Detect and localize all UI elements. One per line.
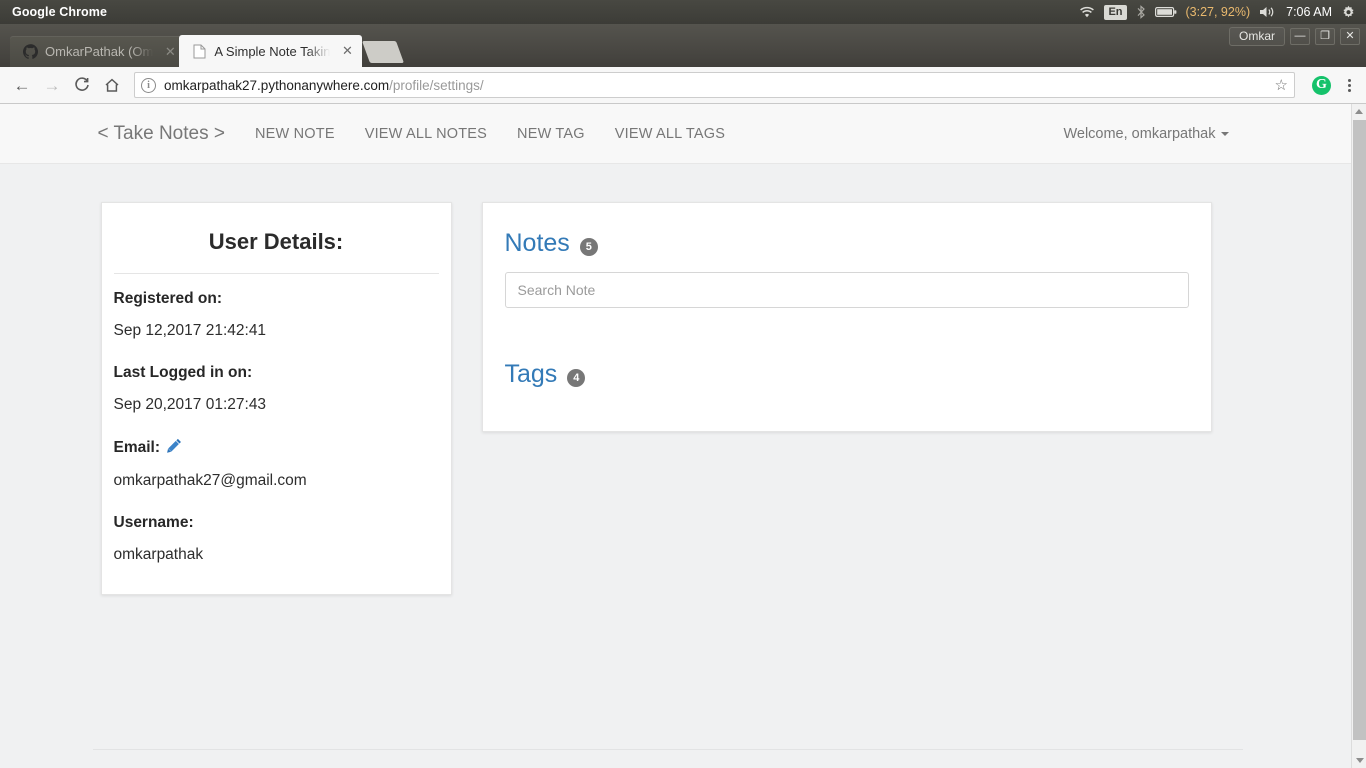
user-details-title: User Details: <box>208 229 344 254</box>
field-label-text: Registered on: <box>113 290 223 307</box>
url-path: /profile/settings/ <box>389 77 484 93</box>
field-last-logged-in: Last Logged in on: Sep 20,2017 01:27:43 <box>114 364 439 414</box>
tab-title: OmkarPathak (Om <box>45 44 154 59</box>
field-label: Last Logged in on: <box>114 364 439 382</box>
chevron-down-icon <box>1220 131 1229 136</box>
wifi-icon[interactable] <box>1079 6 1095 19</box>
site-info-icon[interactable]: i <box>141 77 156 93</box>
browser-tabstrip: Omkar — ❐ ✕ OmkarPathak (Om ✕ A Simple N… <box>0 24 1366 67</box>
browser-toolbar: ← → i omkarpathak27.pythonanywhere.com/p… <box>0 67 1366 104</box>
edit-pencil-icon[interactable] <box>167 438 182 458</box>
page-viewport: < Take Notes > NEW NOTE VIEW ALL NOTES N… <box>0 104 1366 768</box>
window-maximize-button[interactable]: ❐ <box>1315 28 1335 45</box>
field-label-text: Last Logged in on: <box>113 364 253 381</box>
back-button[interactable]: ← <box>8 71 36 99</box>
tab-title: A Simple Note Takin <box>214 43 331 59</box>
field-value: Sep 12,2017 21:42:41 <box>113 322 267 339</box>
field-label: Email: <box>114 438 439 458</box>
page-content: User Details: Registered on: Sep 12,2017… <box>100 164 1251 595</box>
tab-list: OmkarPathak (Om ✕ A Simple Note Takin ✕ <box>10 35 405 67</box>
nav-link-view-all-notes[interactable]: VIEW ALL NOTES <box>350 126 502 142</box>
tags-count-badge: 4 <box>567 368 586 387</box>
system-tray: En (3:27, 92%) 7:06 AM <box>1079 4 1360 20</box>
chrome-profile-button[interactable]: Omkar <box>1229 27 1285 46</box>
grammarly-extension-icon[interactable]: G <box>1312 75 1331 95</box>
page-icon <box>191 43 207 59</box>
nav-link-view-all-tags[interactable]: VIEW ALL TAGS <box>600 126 740 142</box>
new-tab-button[interactable] <box>362 41 405 63</box>
nav-link-new-tag[interactable]: NEW TAG <box>502 126 600 142</box>
tags-section-header: Tags 4 <box>505 360 1189 389</box>
address-bar[interactable]: i omkarpathak27.pythonanywhere.com/profi… <box>134 72 1295 98</box>
window-minimize-button[interactable]: — <box>1290 28 1310 45</box>
user-menu-label: Welcome, omkarpathak <box>1063 125 1216 142</box>
browser-tab-github[interactable]: OmkarPathak (Om ✕ <box>10 36 186 67</box>
field-email: Email: omkarpathak27@gmail.com <box>114 438 439 490</box>
tags-title-link[interactable]: Tags <box>505 360 558 389</box>
tab-close-icon[interactable]: ✕ <box>340 43 354 59</box>
battery-icon[interactable] <box>1154 6 1177 18</box>
system-clock[interactable]: 7:06 AM <box>1286 5 1332 19</box>
scrollbar-thumb[interactable] <box>1353 120 1366 740</box>
notes-tags-card: Notes 5 Tags 4 <box>481 202 1212 432</box>
window-controls: Omkar — ❐ ✕ <box>1229 27 1360 46</box>
field-label: Registered on: <box>114 290 439 308</box>
notes-section-header: Notes 5 <box>505 229 1189 258</box>
scroll-down-arrow-icon[interactable] <box>1352 753 1366 768</box>
card-divider <box>113 273 439 274</box>
site-brand[interactable]: < Take Notes > <box>83 123 240 145</box>
gear-icon[interactable] <box>1341 5 1356 20</box>
search-note-input[interactable] <box>504 272 1189 308</box>
window-close-button[interactable]: ✕ <box>1340 28 1360 45</box>
field-label: Username: <box>114 514 439 532</box>
field-registered-on: Registered on: Sep 12,2017 21:42:41 <box>114 290 439 340</box>
bookmark-star-icon[interactable]: ☆ <box>1275 76 1288 94</box>
field-label-text: Email: <box>113 439 161 456</box>
page-scrollbar[interactable] <box>1351 104 1366 768</box>
desktop-top-panel: Google Chrome En (3:27, 92%) 7:06 AM <box>0 0 1366 24</box>
field-username: Username: omkarpathak <box>114 514 439 564</box>
nav-link-new-note[interactable]: NEW NOTE <box>240 126 350 142</box>
forward-button[interactable]: → <box>38 71 66 99</box>
field-label-text: Username: <box>113 514 194 531</box>
volume-icon[interactable] <box>1259 5 1277 19</box>
web-page: < Take Notes > NEW NOTE VIEW ALL NOTES N… <box>0 104 1351 768</box>
url-host: omkarpathak27.pythonanywhere.com <box>164 77 390 93</box>
keyboard-layout-indicator[interactable]: En <box>1104 4 1127 20</box>
user-details-card: User Details: Registered on: Sep 12,2017… <box>100 202 452 595</box>
field-value: omkarpathak <box>113 546 204 563</box>
field-value: Sep 20,2017 01:27:43 <box>113 396 267 413</box>
field-value: omkarpathak27@gmail.com <box>113 472 307 489</box>
scroll-up-arrow-icon[interactable] <box>1352 104 1366 119</box>
site-nav-right: Welcome, omkarpathak <box>1051 126 1240 142</box>
chrome-browser-window: Omkar — ❐ ✕ OmkarPathak (Om ✕ A Simple N… <box>0 24 1366 768</box>
github-icon <box>22 44 38 60</box>
notes-title-link[interactable]: Notes <box>505 229 570 258</box>
desktop-app-name[interactable]: Google Chrome <box>12 5 107 19</box>
bluetooth-icon[interactable] <box>1136 5 1146 19</box>
kebab-menu-icon[interactable] <box>1340 78 1358 92</box>
user-menu-button[interactable]: Welcome, omkarpathak <box>1051 126 1240 142</box>
tab-close-icon[interactable]: ✕ <box>163 44 177 60</box>
home-button[interactable] <box>98 71 126 99</box>
reload-button[interactable] <box>68 71 96 99</box>
site-navbar: < Take Notes > NEW NOTE VIEW ALL NOTES N… <box>0 104 1351 164</box>
tags-section: Tags 4 <box>505 360 1189 389</box>
notes-count-badge: 5 <box>579 237 598 256</box>
battery-status[interactable]: (3:27, 92%) <box>1186 5 1251 19</box>
site-nav-links: NEW NOTE VIEW ALL NOTES NEW TAG VIEW ALL… <box>240 126 740 142</box>
browser-tab-notes-app[interactable]: A Simple Note Takin ✕ <box>179 35 363 67</box>
